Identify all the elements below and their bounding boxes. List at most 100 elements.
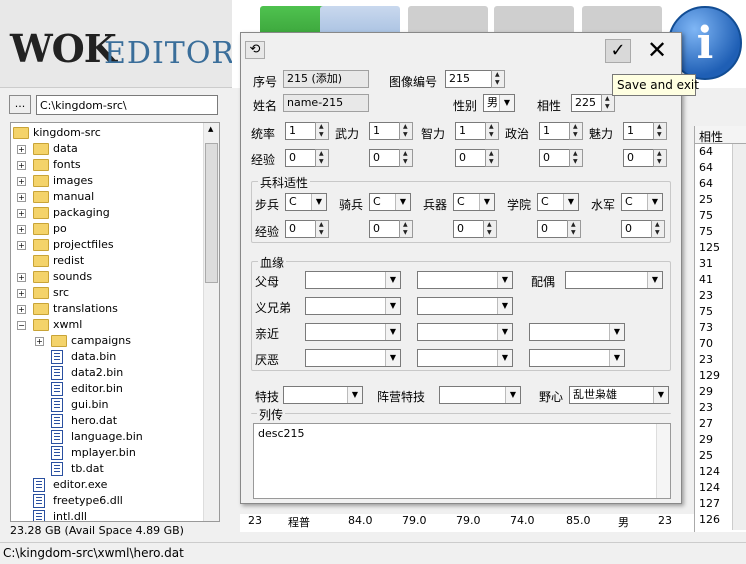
tree-item[interactable]: data.bin: [11, 349, 201, 365]
relation-select[interactable]: ▼: [417, 349, 513, 367]
affinity-spinner[interactable]: 225: [571, 94, 615, 112]
stat-spinner[interactable]: 1: [539, 122, 583, 140]
tree-item[interactable]: + sounds: [11, 269, 201, 285]
close-icon[interactable]: ✕: [643, 37, 671, 65]
arms-select[interactable]: C ▼: [369, 193, 411, 211]
folder-icon: [33, 239, 49, 251]
tree-item[interactable]: + src: [11, 285, 201, 301]
tree-item[interactable]: gui.bin: [11, 397, 201, 413]
relation-select[interactable]: ▼: [417, 271, 513, 289]
relation-select[interactable]: ▼: [529, 349, 625, 367]
chevron-down-icon: ▼: [385, 298, 400, 314]
arms-select[interactable]: C ▼: [537, 193, 579, 211]
image-id-spinner[interactable]: 215: [445, 70, 505, 88]
tree-item[interactable]: mplayer.bin: [11, 445, 201, 461]
relation-select[interactable]: ▼: [305, 271, 401, 289]
expand-icon[interactable]: +: [17, 161, 26, 170]
tree-item[interactable]: tb.dat: [11, 461, 201, 477]
stat-spinner[interactable]: 1: [455, 122, 499, 140]
tree-item[interactable]: + projectfiles: [11, 237, 201, 253]
browse-button[interactable]: ...: [9, 95, 31, 114]
arms-exp-spinner[interactable]: 0: [621, 220, 665, 238]
tree-item[interactable]: + po: [11, 221, 201, 237]
bio-textarea[interactable]: desc215: [253, 423, 671, 499]
expand-icon[interactable]: +: [17, 289, 26, 298]
stat-exp-spinner[interactable]: 0: [285, 149, 329, 167]
relation-select[interactable]: ▼: [565, 271, 663, 289]
bio-group: 列传: [251, 406, 671, 423]
stat-exp-spinner[interactable]: 0: [369, 149, 413, 167]
stat-exp-spinner[interactable]: 0: [455, 149, 499, 167]
tree-item[interactable]: hero.dat: [11, 413, 201, 429]
arms-exp-spinner[interactable]: 0: [369, 220, 413, 238]
tree-item[interactable]: + manual: [11, 189, 201, 205]
tree-item[interactable]: + images: [11, 173, 201, 189]
tree-item[interactable]: editor.exe: [11, 477, 201, 493]
expand-icon[interactable]: +: [17, 305, 26, 314]
relation-select[interactable]: ▼: [417, 297, 513, 315]
tree-item[interactable]: + translations: [11, 301, 201, 317]
affinity-value: 225: [575, 96, 596, 109]
tree-item[interactable]: freetype6.dll: [11, 493, 201, 509]
stat-spinner[interactable]: 1: [369, 122, 413, 140]
relation-select[interactable]: ▼: [305, 297, 401, 315]
expand-icon[interactable]: +: [17, 177, 26, 186]
row-cell: 79.0: [402, 514, 427, 527]
tactic-select[interactable]: ▼: [439, 386, 521, 404]
relation-select[interactable]: ▼: [417, 323, 513, 341]
bio-scrollbar[interactable]: [656, 424, 670, 498]
relation-select[interactable]: ▼: [529, 323, 625, 341]
file-icon: [33, 494, 45, 508]
arms-select[interactable]: C ▼: [285, 193, 327, 211]
collapse-icon[interactable]: −: [17, 321, 26, 330]
arms-exp-value: 0: [457, 222, 464, 235]
chevron-down-icon: ▼: [505, 387, 520, 403]
stat-exp-spinner[interactable]: 0: [539, 149, 583, 167]
tree-item[interactable]: + campaigns: [11, 333, 201, 349]
arms-select[interactable]: C ▼: [621, 193, 663, 211]
table-row[interactable]: 23 程普 84.0 79.0 79.0 74.0 85.0 男 23: [240, 514, 694, 532]
ambition-select[interactable]: 乱世枭雄 ▼: [569, 386, 669, 404]
tree-item[interactable]: + data: [11, 141, 201, 157]
expand-icon[interactable]: +: [17, 193, 26, 202]
feature-select[interactable]: ▼: [283, 386, 363, 404]
save-exit-icon[interactable]: ✓: [605, 39, 631, 63]
chevron-down-icon: ▼: [653, 387, 668, 403]
expand-icon[interactable]: +: [35, 337, 44, 346]
stat-spinner[interactable]: 1: [623, 122, 667, 140]
tree-scrollbar[interactable]: ▲: [203, 123, 219, 521]
expand-icon[interactable]: +: [17, 225, 26, 234]
stat-spinner[interactable]: 1: [285, 122, 329, 140]
file-icon: [51, 462, 63, 476]
expand-icon[interactable]: +: [17, 145, 26, 154]
row-gender: 男: [618, 516, 629, 529]
tree-item[interactable]: redist: [11, 253, 201, 269]
arms-select[interactable]: C ▼: [453, 193, 495, 211]
gender-select[interactable]: 男 ▼: [483, 94, 515, 112]
expand-icon[interactable]: +: [17, 273, 26, 282]
stat-label: 武力: [335, 127, 360, 141]
grid-column-header[interactable]: 相性: [695, 126, 746, 144]
tree-item[interactable]: + packaging: [11, 205, 201, 221]
relation-select[interactable]: ▼: [305, 323, 401, 341]
expand-icon[interactable]: +: [17, 241, 26, 250]
arms-exp-spinner[interactable]: 0: [537, 220, 581, 238]
chevron-down-icon: ▼: [311, 194, 326, 210]
tree-item[interactable]: kingdom-src: [11, 125, 201, 141]
relation-select[interactable]: ▼: [305, 349, 401, 367]
path-input[interactable]: [36, 95, 218, 115]
tree-item[interactable]: + fonts: [11, 157, 201, 173]
stat-exp-spinner[interactable]: 0: [623, 149, 667, 167]
undo-icon[interactable]: ⟲: [245, 41, 265, 59]
tree-item[interactable]: − xwml: [11, 317, 201, 333]
grid-scrollbar[interactable]: [732, 144, 746, 530]
tree-item[interactable]: language.bin: [11, 429, 201, 445]
tree-item[interactable]: editor.bin: [11, 381, 201, 397]
tree-item[interactable]: intl.dll: [11, 509, 201, 521]
tree-scrollbar-thumb[interactable]: [205, 143, 218, 283]
arms-exp-spinner[interactable]: 0: [453, 220, 497, 238]
arms-exp-spinner[interactable]: 0: [285, 220, 329, 238]
tree-item[interactable]: data2.bin: [11, 365, 201, 381]
expand-icon[interactable]: +: [17, 209, 26, 218]
stat-label: 政治: [505, 127, 530, 141]
